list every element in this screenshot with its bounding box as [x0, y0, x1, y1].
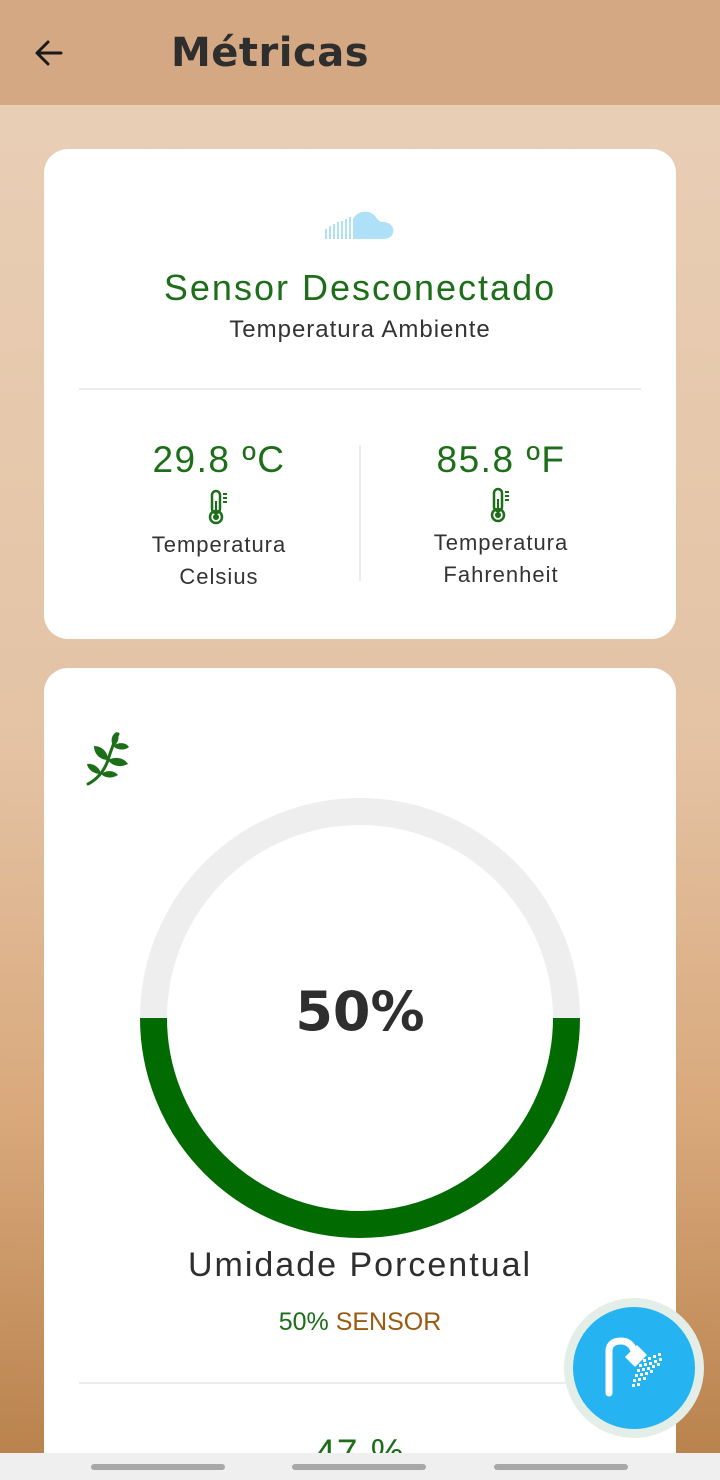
fahrenheit-reading: 85.8 ºF Temperatura Fahrenheit	[351, 439, 651, 591]
sensor-status: Sensor Desconectado	[163, 267, 557, 308]
nav-handle[interactable]	[292, 1464, 426, 1470]
page-title: Métricas	[171, 30, 370, 76]
nav-handle[interactable]	[494, 1464, 628, 1470]
temperature-card: Sensor Desconectado Temperatura Ambiente…	[44, 149, 676, 639]
card-subtitle: Temperatura Ambiente	[229, 316, 491, 343]
nav-handle[interactable]	[91, 1464, 225, 1470]
divider	[79, 388, 641, 390]
celsius-label-line2: Celsius	[179, 564, 259, 589]
divider	[79, 1382, 641, 1384]
fahrenheit-label-line2: Fahrenheit	[443, 562, 559, 587]
cloud-icon	[325, 211, 394, 239]
irrigate-button[interactable]	[573, 1307, 695, 1429]
leaf-icon	[86, 732, 129, 786]
thermometer-icon	[208, 489, 227, 525]
fahrenheit-value: 85.8 ºF	[436, 439, 566, 480]
system-nav-bar	[0, 1453, 720, 1480]
humidity-label: Umidade Porcentual	[187, 1246, 533, 1284]
sensor-tag: SENSOR	[335, 1308, 442, 1336]
back-button[interactable]	[20, 28, 78, 78]
app-bar: Métricas	[0, 0, 720, 105]
gauge-value: 50%	[295, 980, 425, 1043]
shower-icon	[605, 1337, 662, 1397]
fahrenheit-label-line1: Temperatura	[433, 530, 569, 555]
celsius-value: 29.8 ºC	[152, 439, 286, 480]
arrow-left-icon	[35, 40, 63, 66]
thermometer-icon	[490, 487, 509, 523]
celsius-reading: 29.8 ºC Temperatura Celsius	[69, 439, 369, 593]
gauge-fill	[140, 1017, 580, 1238]
celsius-label-line1: Temperatura	[151, 532, 287, 557]
sensor-percent: 50%	[278, 1308, 329, 1336]
